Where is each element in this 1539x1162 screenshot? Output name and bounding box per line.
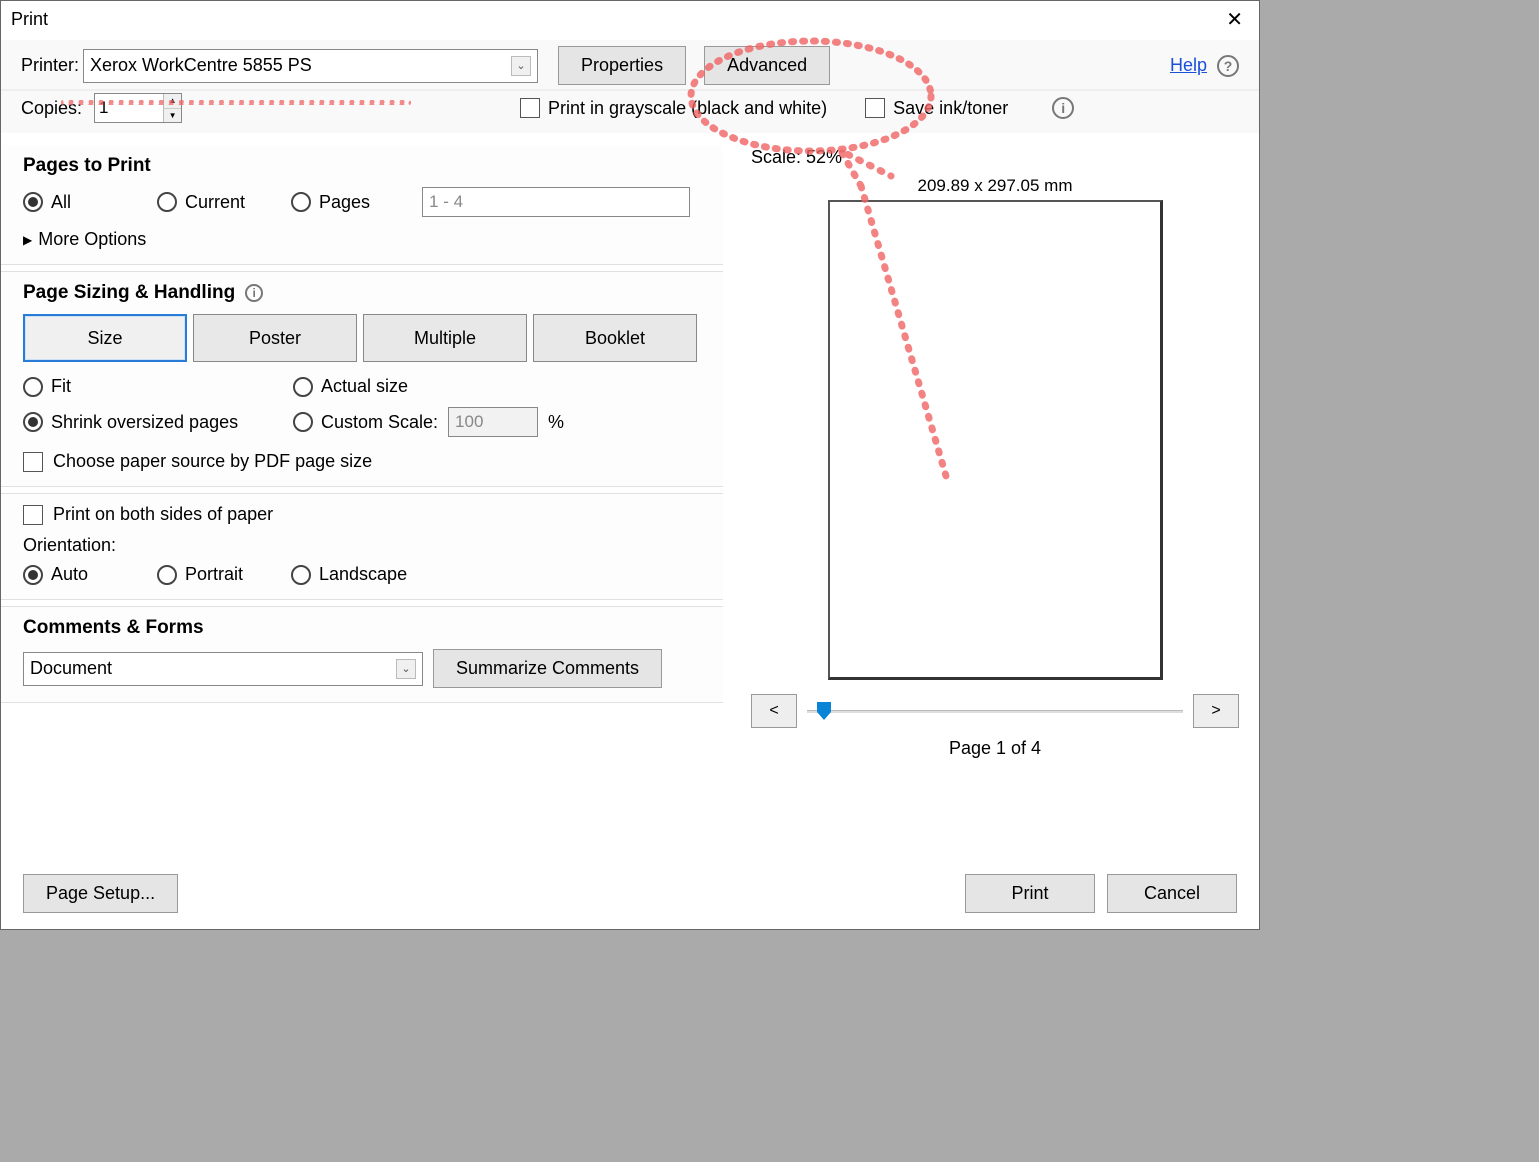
preview-slider[interactable]	[807, 701, 1183, 721]
save-ink-checkbox[interactable]	[865, 98, 885, 118]
help-link[interactable]: Help	[1170, 55, 1207, 76]
copies-down-icon[interactable]: ▼	[164, 109, 181, 123]
printer-select[interactable]: Xerox WorkCentre 5855 PS ⌄	[83, 49, 538, 83]
fit-radio[interactable]	[23, 377, 43, 397]
page-setup-button[interactable]: Page Setup...	[23, 874, 178, 913]
chevron-down-icon: ⌄	[396, 659, 416, 679]
orientation-auto-radio[interactable]	[23, 565, 43, 585]
more-options-toggle[interactable]: ▶ More Options	[23, 229, 701, 250]
comments-heading: Comments & Forms	[23, 617, 701, 639]
page-sizing-section: Page Sizing & Handlingi Size Poster Mult…	[1, 271, 723, 487]
pages-current-label: Current	[185, 192, 245, 213]
preview-scale-label: Scale: 52%	[751, 147, 1239, 168]
properties-button[interactable]: Properties	[558, 46, 686, 85]
orientation-label: Orientation:	[23, 535, 701, 556]
titlebar: Print ✕	[1, 1, 1259, 40]
both-sides-label: Print on both sides of paper	[53, 504, 273, 525]
comments-section: Comments & Forms Document ⌄ Summarize Co…	[1, 606, 723, 703]
booklet-tab[interactable]: Booklet	[533, 314, 697, 362]
slider-thumb-icon[interactable]	[815, 702, 833, 720]
advanced-button[interactable]: Advanced	[704, 46, 830, 85]
actual-size-radio[interactable]	[293, 377, 313, 397]
footer: Page Setup... Print Cancel	[1, 864, 1259, 929]
triangle-right-icon: ▶	[23, 233, 32, 247]
cancel-button[interactable]: Cancel	[1107, 874, 1237, 913]
preview-page	[828, 200, 1163, 680]
summarize-comments-button[interactable]: Summarize Comments	[433, 649, 662, 688]
duplex-section: Print on both sides of paper Orientation…	[1, 493, 723, 600]
pages-range-input[interactable]	[422, 187, 690, 217]
orientation-auto-label: Auto	[51, 564, 88, 585]
main-area: Pages to Print All Current Pages ▶ More …	[1, 133, 1259, 864]
chevron-down-icon: ⌄	[511, 56, 531, 76]
more-options-label: More Options	[38, 229, 146, 250]
dialog-title: Print	[11, 9, 48, 30]
multiple-tab[interactable]: Multiple	[363, 314, 527, 362]
size-tab[interactable]: Size	[23, 314, 187, 362]
orientation-portrait-radio[interactable]	[157, 565, 177, 585]
choose-source-checkbox[interactable]	[23, 452, 43, 472]
left-panel: Pages to Print All Current Pages ▶ More …	[1, 133, 723, 864]
scale-input[interactable]	[448, 407, 538, 437]
page-of-label: Page 1 of 4	[751, 738, 1239, 759]
fit-label: Fit	[51, 376, 71, 397]
next-page-button[interactable]: >	[1193, 694, 1239, 728]
copies-up-icon[interactable]: ▲	[164, 94, 181, 109]
copies-row: Copies: ▲ ▼ Print in grayscale (black an…	[1, 91, 1259, 133]
grayscale-checkbox[interactable]	[520, 98, 540, 118]
custom-scale-radio[interactable]	[293, 412, 313, 432]
copies-label: Copies:	[21, 98, 82, 119]
percent-label: %	[548, 412, 564, 433]
poster-tab[interactable]: Poster	[193, 314, 357, 362]
printer-row: Printer: Xerox WorkCentre 5855 PS ⌄ Prop…	[1, 40, 1259, 91]
shrink-label: Shrink oversized pages	[51, 412, 238, 433]
preview-dimensions: 209.89 x 297.05 mm	[751, 176, 1239, 196]
shrink-radio[interactable]	[23, 412, 43, 432]
copies-spinbox[interactable]: ▲ ▼	[94, 93, 182, 123]
sizing-heading: Page Sizing & Handlingi	[23, 282, 701, 304]
pages-to-print-section: Pages to Print All Current Pages ▶ More …	[1, 145, 723, 265]
choose-source-label: Choose paper source by PDF page size	[53, 451, 372, 472]
comments-select[interactable]: Document ⌄	[23, 652, 423, 686]
custom-scale-label: Custom Scale:	[321, 412, 438, 433]
pages-all-radio[interactable]	[23, 192, 43, 212]
printer-label: Printer:	[21, 55, 79, 76]
pages-heading: Pages to Print	[23, 155, 701, 177]
print-dialog: Print ✕ Printer: Xerox WorkCentre 5855 P…	[0, 0, 1260, 930]
orientation-landscape-radio[interactable]	[291, 565, 311, 585]
comments-value: Document	[30, 658, 112, 679]
orientation-landscape-label: Landscape	[319, 564, 407, 585]
pages-range-label: Pages	[319, 192, 370, 213]
grayscale-label: Print in grayscale (black and white)	[548, 98, 827, 119]
preview-panel: Scale: 52% 209.89 x 297.05 mm < > Page 1…	[723, 133, 1259, 864]
orientation-portrait-label: Portrait	[185, 564, 243, 585]
close-icon[interactable]: ✕	[1220, 5, 1249, 34]
preview-nav: < >	[751, 694, 1239, 728]
preview-content-text	[830, 202, 1160, 219]
actual-size-label: Actual size	[321, 376, 408, 397]
help-info-icon[interactable]: ?	[1217, 55, 1239, 77]
pages-all-label: All	[51, 192, 71, 213]
printer-value: Xerox WorkCentre 5855 PS	[90, 55, 312, 76]
sizing-info-icon[interactable]: i	[245, 284, 263, 302]
pages-range-radio[interactable]	[291, 192, 311, 212]
copies-input[interactable]	[95, 94, 163, 122]
both-sides-checkbox[interactable]	[23, 505, 43, 525]
save-ink-label: Save ink/toner	[893, 98, 1008, 119]
prev-page-button[interactable]: <	[751, 694, 797, 728]
sizing-mode-tabs: Size Poster Multiple Booklet	[23, 314, 701, 362]
pages-current-radio[interactable]	[157, 192, 177, 212]
print-button[interactable]: Print	[965, 874, 1095, 913]
ink-info-icon[interactable]: i	[1052, 97, 1074, 119]
